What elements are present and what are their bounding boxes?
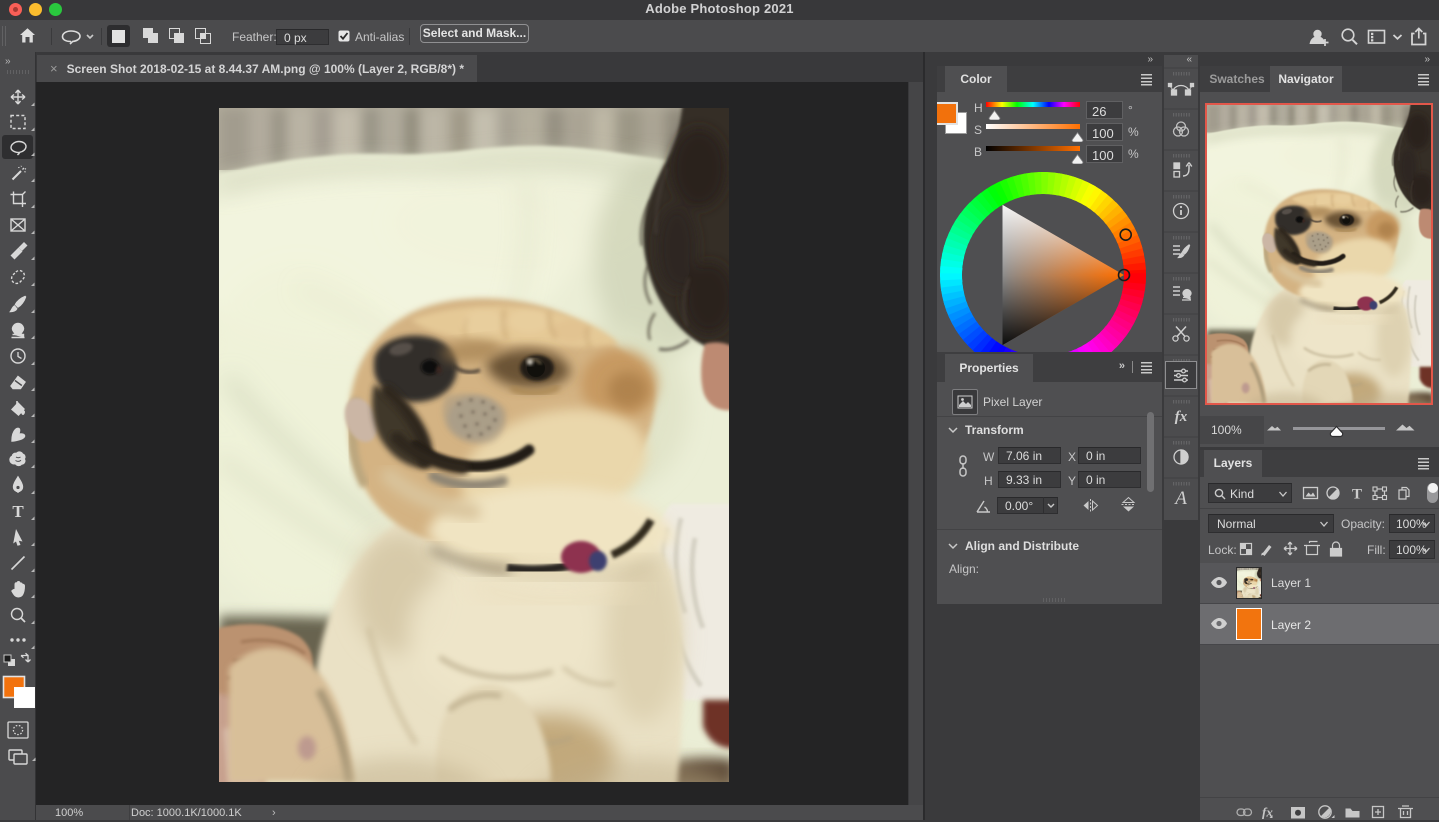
svg-text:T: T: [12, 502, 24, 521]
svg-text:A: A: [1173, 488, 1187, 509]
svg-text:T: T: [1352, 487, 1362, 503]
svg-text:fx: fx: [1175, 409, 1188, 425]
